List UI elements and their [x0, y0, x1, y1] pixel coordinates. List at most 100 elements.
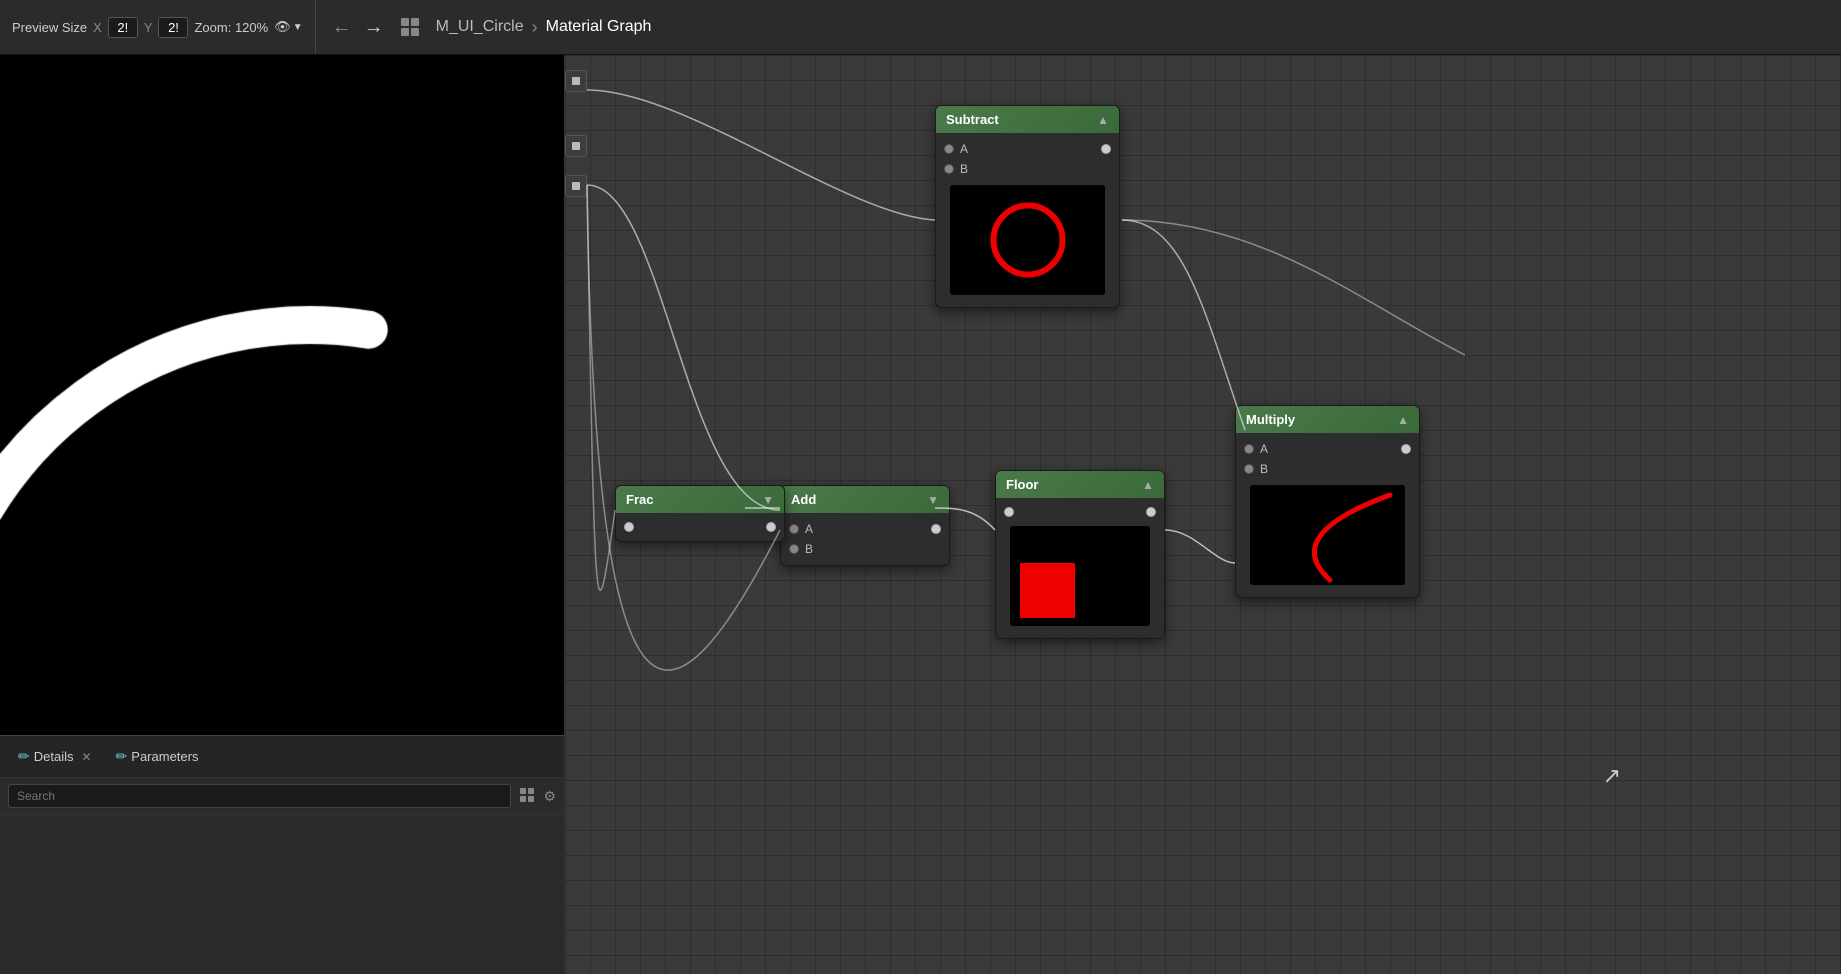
y-label: Y	[144, 20, 153, 35]
subtract-label-a: A	[960, 142, 968, 156]
breadcrumb-current: Material Graph	[546, 18, 652, 36]
details-tab-close[interactable]: ✕	[81, 750, 91, 764]
search-input[interactable]	[8, 784, 511, 808]
tab-parameters[interactable]: ✏ Parameters	[106, 744, 209, 769]
floor-preview-rect	[1020, 563, 1075, 618]
frac-collapse-arrow[interactable]: ▼	[762, 493, 774, 507]
subtract-pin-b-in[interactable]	[944, 164, 954, 174]
tab-details[interactable]: ✏ Details ✕	[8, 744, 102, 769]
connector-pin-3	[572, 182, 580, 190]
subtract-label-b: B	[960, 162, 968, 176]
add-pin-a-in[interactable]	[789, 524, 799, 534]
eye-button[interactable]: 👁 ▼	[274, 19, 302, 35]
multiply-row-a: A	[1236, 439, 1419, 459]
subtract-pin-a-out[interactable]	[1101, 144, 1111, 154]
preview-panel	[0, 55, 565, 735]
node-add-title: Add	[791, 492, 816, 507]
connector-pin	[572, 77, 580, 85]
multiply-collapse-arrow[interactable]: ▲	[1397, 413, 1409, 427]
forward-arrow-button[interactable]: →	[364, 16, 384, 39]
breadcrumb-separator: ›	[532, 17, 538, 38]
add-label-b: B	[805, 542, 813, 556]
edge-connector-top	[565, 70, 587, 92]
parameters-icon: ✏	[116, 748, 128, 765]
subtract-row-b: B	[936, 159, 1119, 179]
multiply-pin-b-in[interactable]	[1244, 464, 1254, 474]
node-add: Add ▼ A B	[780, 485, 950, 566]
multiply-preview	[1250, 485, 1405, 585]
subtract-preview	[950, 185, 1105, 295]
node-add-header[interactable]: Add ▼	[781, 486, 949, 513]
floor-pin-out[interactable]	[1146, 507, 1156, 517]
subtract-row-a: A	[936, 139, 1119, 159]
node-floor-title: Floor	[1006, 477, 1039, 492]
layout-button[interactable]	[519, 787, 535, 806]
nav-bar: ← → M_UI_Circle › Material Graph	[316, 13, 1841, 41]
frac-pin-row	[616, 519, 784, 535]
multiply-label-b: B	[1260, 462, 1268, 476]
details-tab-label: Details	[34, 749, 74, 764]
add-label-a: A	[805, 522, 813, 536]
frac-pin-in[interactable]	[624, 522, 634, 532]
multiply-row-b: B	[1236, 459, 1419, 479]
x-value-input[interactable]: 2!	[108, 17, 138, 38]
frac-pin-out[interactable]	[766, 522, 776, 532]
subtract-preview-circle	[990, 203, 1065, 278]
header-bar: Preview Size X 2! Y 2! Zoom: 120% 👁 ▼ ← …	[0, 0, 1841, 55]
x-label: X	[93, 20, 102, 35]
bottom-tabs: ✏ Details ✕ ✏ Parameters	[0, 736, 564, 778]
bottom-panel: ✏ Details ✕ ✏ Parameters ⚙	[0, 735, 565, 974]
parameters-tab-label: Parameters	[131, 749, 198, 764]
back-arrow-button[interactable]: ←	[332, 16, 352, 39]
node-subtract-title: Subtract	[946, 112, 999, 127]
subtract-pin-a-in[interactable]	[944, 144, 954, 154]
zoom-label: Zoom: 120%	[194, 20, 268, 35]
add-row-a: A	[781, 519, 949, 539]
node-floor: Floor ▲	[995, 470, 1165, 639]
node-floor-body	[996, 498, 1164, 638]
settings-button[interactable]: ⚙	[543, 788, 556, 805]
node-frac-header[interactable]: Frac ▼	[616, 486, 784, 513]
cursor: ↗	[1603, 763, 1621, 789]
breadcrumb: M_UI_Circle › Material Graph	[436, 17, 652, 38]
preview-controls: Preview Size X 2! Y 2! Zoom: 120% 👁 ▼	[0, 0, 316, 54]
add-row-b: B	[781, 539, 949, 559]
node-add-body: A B	[781, 513, 949, 565]
floor-preview	[1010, 526, 1150, 626]
node-multiply-body: A B	[1236, 433, 1419, 597]
node-frac-title: Frac	[626, 492, 653, 507]
node-subtract-body: A B	[936, 133, 1119, 307]
add-collapse-arrow[interactable]: ▼	[927, 493, 939, 507]
details-icon: ✏	[18, 748, 30, 765]
add-pin-a-out[interactable]	[931, 524, 941, 534]
multiply-label-a: A	[1260, 442, 1268, 456]
edge-connector-mid-top	[565, 135, 587, 157]
node-multiply-header[interactable]: Multiply ▲	[1236, 406, 1419, 433]
breadcrumb-root[interactable]: M_UI_Circle	[436, 18, 524, 36]
chevron-down-icon: ▼	[293, 22, 303, 33]
eye-icon: 👁	[274, 19, 291, 35]
node-subtract-header[interactable]: Subtract ▲	[936, 106, 1119, 133]
node-multiply-title: Multiply	[1246, 412, 1295, 427]
y-value-input[interactable]: 2!	[158, 17, 188, 38]
floor-collapse-arrow[interactable]: ▲	[1142, 478, 1154, 492]
preview-size-label: Preview Size	[12, 20, 87, 35]
node-subtract: Subtract ▲ A B	[935, 105, 1120, 308]
graph-area[interactable]: Subtract ▲ A B Floor ▲	[565, 55, 1841, 974]
add-pin-b-in[interactable]	[789, 544, 799, 554]
edge-connector-mid	[565, 175, 587, 197]
node-frac: Frac ▼	[615, 485, 785, 542]
node-multiply: Multiply ▲ A B	[1235, 405, 1420, 598]
node-frac-body	[616, 513, 784, 541]
node-floor-header[interactable]: Floor ▲	[996, 471, 1164, 498]
subtract-collapse-arrow[interactable]: ▲	[1097, 113, 1109, 127]
multiply-pin-a-in[interactable]	[1244, 444, 1254, 454]
connector-pin-2	[572, 142, 580, 150]
multiply-pin-a-out[interactable]	[1401, 444, 1411, 454]
search-bar: ⚙	[0, 778, 564, 815]
multiply-preview-svg	[1250, 485, 1405, 585]
preview-canvas	[0, 55, 564, 735]
floor-pin-in[interactable]	[1004, 507, 1014, 517]
graph-layout-icon	[396, 13, 424, 41]
floor-pin-row	[996, 504, 1164, 520]
